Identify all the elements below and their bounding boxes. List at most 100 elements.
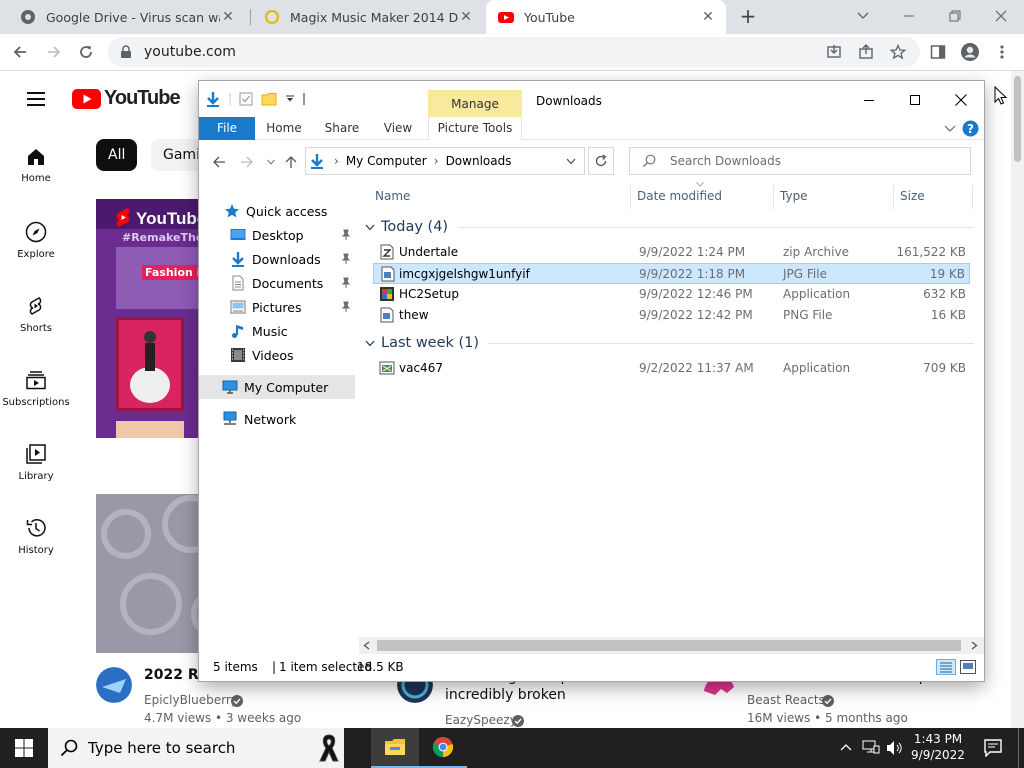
tab-youtube[interactable]: YouTube ✕ — [486, 0, 726, 34]
tab-google-drive[interactable]: Google Drive - Virus scan warning ✕ — [8, 0, 246, 34]
channel-name[interactable]: EazySpeezy — [445, 711, 517, 729]
tab-magix[interactable]: Magix Music Maker 2014 Downl… ✕ — [252, 0, 484, 34]
taskbar-file-explorer[interactable] — [371, 728, 419, 768]
restore-browser-button[interactable] — [932, 0, 978, 32]
scrollbar-thumb[interactable] — [1014, 76, 1021, 162]
breadcrumb-my-computer[interactable]: My Computer — [346, 154, 427, 168]
volume-icon[interactable] — [886, 740, 904, 756]
details-view-icon[interactable] — [936, 659, 956, 675]
new-folder-icon[interactable] — [261, 92, 277, 106]
file-row-thew[interactable]: thew 9/9/2022 12:42 PM PNG File 16 KB — [373, 305, 970, 326]
tab-share[interactable]: Share — [319, 117, 365, 140]
sidebar-item-explore[interactable]: Explore — [0, 221, 72, 260]
start-button[interactable] — [0, 728, 48, 768]
sidebar-item-library[interactable]: Library — [0, 443, 72, 482]
recent-locations-button[interactable] — [261, 153, 281, 171]
address-bar[interactable]: › My Computer › Downloads — [305, 147, 585, 175]
group-header-today[interactable]: Today (4) — [363, 217, 974, 237]
close-tab-icon[interactable]: ✕ — [458, 9, 474, 25]
nav-item-my-computer[interactable]: My Computer — [199, 375, 355, 399]
pin-icon[interactable] — [340, 253, 352, 265]
forward-button[interactable] — [237, 153, 257, 171]
nav-item-network[interactable]: Network — [199, 407, 355, 431]
scroll-right-icon[interactable] — [971, 641, 978, 650]
refresh-button[interactable] — [588, 147, 614, 175]
nav-item-videos[interactable]: Videos — [199, 343, 355, 367]
group-header-last-week[interactable]: Last week (1) — [363, 333, 974, 353]
expand-ribbon-icon[interactable] — [944, 125, 956, 133]
system-clock[interactable]: 1:43 PM 9/9/2022 — [910, 731, 966, 763]
close-tab-icon[interactable]: ✕ — [700, 9, 716, 25]
scrollbar-thumb[interactable] — [377, 640, 961, 651]
column-header-type[interactable]: Type — [768, 181, 888, 211]
notifications-icon[interactable] — [984, 739, 1002, 757]
minimize-window-button[interactable] — [846, 85, 892, 115]
nav-item-downloads[interactable]: Downloads — [199, 247, 355, 271]
back-button[interactable] — [209, 153, 229, 171]
sidebar-item-subscriptions[interactable]: Subscriptions — [0, 369, 72, 408]
customize-toolbar-dropdown-icon[interactable] — [285, 94, 295, 104]
youtube-logo[interactable]: YouTube — [72, 87, 181, 110]
close-browser-button[interactable] — [978, 0, 1024, 32]
show-desktop-button[interactable] — [1018, 728, 1019, 768]
sidebar-item-history[interactable]: History — [0, 517, 72, 556]
pin-icon[interactable] — [340, 229, 352, 241]
up-button[interactable] — [281, 153, 301, 171]
page-scrollbar[interactable] — [1011, 71, 1024, 728]
sidebar-item-shorts[interactable]: Shorts — [0, 295, 72, 334]
tab-view[interactable]: View — [377, 117, 419, 140]
tab-home[interactable]: Home — [261, 117, 307, 140]
show-hidden-icons-icon[interactable] — [840, 743, 852, 751]
tab-search-button[interactable] — [840, 0, 886, 32]
chip-all[interactable]: All — [96, 139, 138, 171]
share-button[interactable] — [854, 40, 878, 64]
help-icon[interactable]: ? — [962, 120, 979, 137]
new-tab-button[interactable]: + — [737, 5, 759, 27]
sidebar-item-home[interactable]: Home — [0, 147, 72, 184]
minimize-browser-button[interactable] — [886, 0, 932, 32]
nav-item-quick-access[interactable]: Quick access — [199, 199, 355, 223]
back-button[interactable] — [8, 40, 32, 64]
large-icons-view-icon[interactable] — [960, 660, 976, 674]
reload-button[interactable] — [74, 40, 98, 64]
close-window-button[interactable] — [938, 85, 984, 115]
file-row-imcgxjgelshgw1unfyif[interactable]: imcgxjgelshgw1unfyif 9/9/2022 1:18 PM JP… — [373, 263, 970, 284]
nav-item-desktop[interactable]: Desktop — [199, 223, 355, 247]
hamburger-menu-icon[interactable] — [26, 91, 46, 107]
nav-item-documents[interactable]: Documents — [199, 271, 355, 295]
chrome-menu-button[interactable] — [990, 40, 1014, 64]
taskbar-chrome[interactable] — [419, 728, 467, 768]
column-header-size[interactable]: Size — [888, 181, 968, 211]
install-app-button[interactable] — [822, 40, 846, 64]
horizontal-scrollbar[interactable] — [359, 637, 984, 654]
file-row-undertale[interactable]: Undertale 9/9/2022 1:24 PM zip Archive 1… — [373, 242, 970, 263]
breadcrumb-downloads[interactable]: Downloads — [446, 154, 512, 168]
address-bar[interactable]: youtube.com — [108, 37, 920, 67]
channel-name[interactable]: Beast Reacts — [747, 691, 825, 709]
profile-button[interactable] — [958, 40, 982, 64]
maximize-window-button[interactable] — [892, 85, 938, 115]
search-box[interactable]: Search Downloads — [629, 147, 971, 175]
ribbon-widget-button[interactable] — [305, 728, 353, 768]
properties-checkbox-icon[interactable] — [239, 92, 253, 106]
column-header-date-modified[interactable]: Date modified — [625, 181, 769, 211]
tab-picture-tools[interactable]: Picture Tools — [428, 117, 522, 140]
side-panel-button[interactable] — [926, 40, 950, 64]
pin-icon[interactable] — [340, 277, 352, 289]
nav-item-pictures[interactable]: Pictures — [199, 295, 355, 319]
video-title-line-2[interactable]: incredibly broken — [445, 685, 566, 705]
network-status-icon[interactable] — [862, 740, 880, 754]
downloads-arrow-icon[interactable] — [205, 91, 221, 107]
scroll-left-icon[interactable] — [363, 641, 370, 650]
address-dropdown-icon[interactable] — [566, 158, 576, 165]
channel-avatar-epiclyblueberry[interactable] — [96, 667, 132, 703]
close-tab-icon[interactable]: ✕ — [220, 9, 236, 25]
pin-icon[interactable] — [340, 301, 352, 313]
nav-item-music[interactable]: Music — [199, 319, 355, 343]
taskbar-search-box[interactable]: Type here to search — [48, 728, 344, 768]
column-separator[interactable] — [972, 185, 973, 209]
tab-file[interactable]: File — [199, 117, 255, 140]
manage-context-tab[interactable]: Manage — [428, 90, 522, 117]
bookmark-button[interactable] — [886, 40, 910, 64]
channel-name[interactable]: EpiclyBlueberry — [144, 691, 238, 709]
